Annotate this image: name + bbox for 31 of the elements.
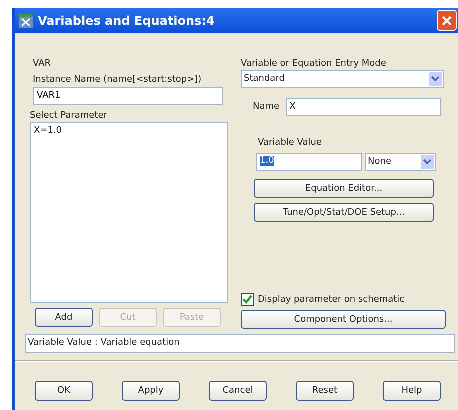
dialog-button[interactable]: Cancel — [209, 381, 267, 401]
checkbox[interactable] — [241, 293, 254, 306]
app-icon — [19, 14, 33, 28]
caret-icon — [423, 159, 432, 165]
component-label: VAR — [33, 59, 52, 69]
input-field[interactable]: X — [286, 98, 441, 116]
dropdown[interactable]: Standard — [241, 70, 444, 88]
status-field: Variable Value : Variable equation — [25, 334, 455, 353]
side-button[interactable]: Tune/Opt/Stat/DOE Setup... — [254, 203, 434, 222]
field-label: Instance Name (name[<start:stop>]) — [33, 75, 203, 85]
dialog-button[interactable]: Reset — [296, 381, 354, 401]
dialog-button[interactable]: Apply — [122, 381, 180, 401]
side-button[interactable]: Equation Editor... — [254, 179, 434, 198]
dialog-button[interactable]: OK — [35, 381, 93, 401]
check-icon — [242, 294, 253, 305]
component-options-button[interactable]: Component Options... — [241, 310, 446, 329]
list-item[interactable]: X=1.0 — [33, 126, 225, 136]
checkbox-label: Display parameter on schematic — [258, 294, 405, 304]
input-field[interactable]: 1.0 — [256, 153, 362, 171]
field-label: Variable or Equation Entry Mode — [241, 59, 388, 69]
field-label: Variable Value — [258, 138, 324, 148]
close-icon — [441, 14, 453, 26]
field-label: Name — [253, 102, 280, 112]
caret-icon — [431, 76, 440, 82]
close-button[interactable] — [437, 10, 457, 31]
field-label: Select Parameter — [30, 111, 108, 121]
dialog-button[interactable]: Help — [383, 381, 441, 401]
dropdown[interactable]: None — [365, 153, 436, 171]
list-button[interactable]: Add — [35, 308, 93, 327]
input-field[interactable]: VAR1 — [33, 87, 223, 105]
window-title: Variables and Equations:4 — [38, 14, 215, 28]
